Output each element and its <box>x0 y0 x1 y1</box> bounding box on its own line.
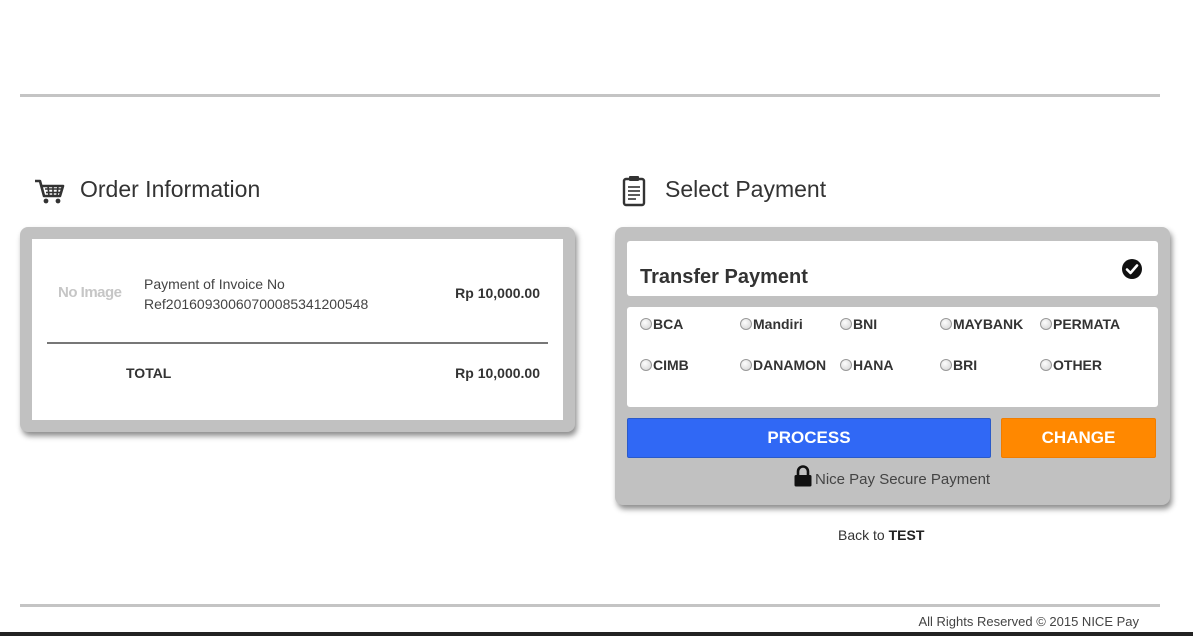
bank-radio[interactable] <box>740 318 752 331</box>
bank-option-bri[interactable]: BRI <box>940 357 977 373</box>
bank-option-other[interactable]: OTHER <box>1040 357 1102 373</box>
change-button[interactable]: CHANGE <box>1001 418 1156 458</box>
footer-divider <box>20 604 1160 607</box>
footer-copyright: All Rights Reserved © 2015 NICE Pay <box>918 614 1139 629</box>
back-prefix: Back to <box>838 527 885 543</box>
receipt-icon <box>622 176 646 207</box>
lock-icon <box>794 465 812 487</box>
secure-payment-note: Nice Pay Secure Payment <box>793 465 990 488</box>
item-description: Payment of Invoice No Ref201609300607000… <box>144 274 368 314</box>
bank-radio[interactable] <box>640 359 652 372</box>
bank-radio[interactable] <box>740 359 752 372</box>
header-divider <box>20 94 1160 97</box>
bank-option-bni[interactable]: BNI <box>840 316 877 332</box>
check-circle-icon <box>1122 259 1142 279</box>
bank-option-cimb[interactable]: CIMB <box>640 357 689 373</box>
bank-options: BCA Mandiri BNI MAYBANK PERMATA CIMB DAN… <box>627 307 1158 407</box>
bank-radio[interactable] <box>840 359 852 372</box>
bank-radio[interactable] <box>840 318 852 331</box>
bank-option-hana[interactable]: HANA <box>840 357 893 373</box>
payment-title-text: Select Payment <box>665 176 827 202</box>
total-price: Rp 10,000.00 <box>455 365 540 381</box>
bank-option-maybank[interactable]: MAYBANK <box>940 316 1023 332</box>
total-label: TOTAL <box>126 365 172 381</box>
item-description-line1: Payment of Invoice No <box>144 276 285 292</box>
order-details: No Image Payment of Invoice No Ref201609… <box>32 239 563 420</box>
bank-radio[interactable] <box>940 359 952 372</box>
bottom-edge <box>0 632 1193 636</box>
bank-radio[interactable] <box>640 318 652 331</box>
back-target[interactable]: TEST <box>889 527 925 543</box>
item-price: Rp 10,000.00 <box>455 285 540 301</box>
payment-panel: Transfer Payment BCA Mandiri BNI MAYBANK… <box>615 227 1170 505</box>
order-panel: No Image Payment of Invoice No Ref201609… <box>20 227 575 432</box>
bank-option-mandiri[interactable]: Mandiri <box>740 316 803 332</box>
product-image-placeholder: No Image <box>58 284 122 301</box>
item-description-line2: Ref2016093006070008534120054​8 <box>144 296 369 312</box>
back-link[interactable]: Back to TEST <box>838 527 924 543</box>
order-title-text: Order Information <box>80 176 261 202</box>
payment-method-header[interactable]: Transfer Payment <box>627 241 1158 296</box>
bank-radio[interactable] <box>1040 359 1052 372</box>
bank-radio[interactable] <box>940 318 952 331</box>
secure-payment-text: Nice Pay Secure Payment <box>815 471 991 488</box>
process-button[interactable]: PROCESS <box>627 418 991 458</box>
shopping-cart-icon <box>35 179 65 204</box>
bank-option-permata[interactable]: PERMATA <box>1040 316 1120 332</box>
payment-method-title: Transfer Payment <box>640 266 808 288</box>
bank-radio[interactable] <box>1040 318 1052 331</box>
bank-option-danamon[interactable]: DANAMON <box>740 357 826 373</box>
bank-option-bca[interactable]: BCA <box>640 316 683 332</box>
order-divider <box>47 342 548 344</box>
